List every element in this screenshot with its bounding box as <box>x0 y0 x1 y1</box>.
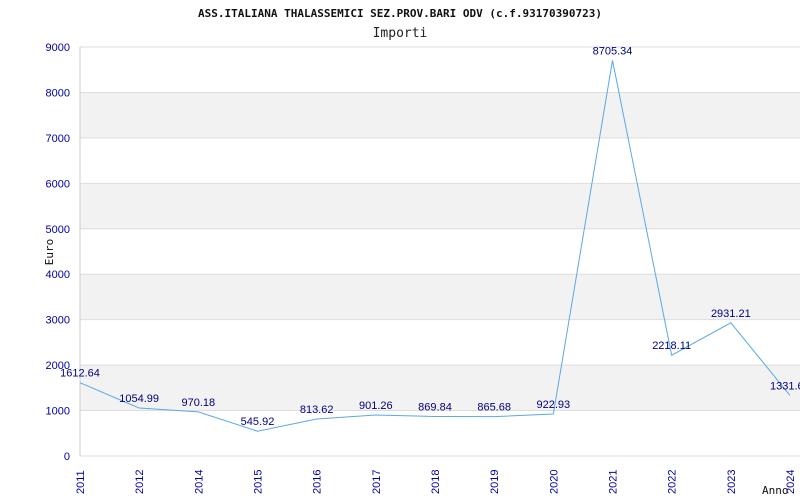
data-label: 813.62 <box>300 404 334 416</box>
x-tick-label: 2011 <box>75 470 87 494</box>
data-label: 8705.34 <box>593 45 633 57</box>
y-tick-label: 1000 <box>46 406 70 418</box>
grid-band <box>80 92 800 138</box>
data-label: 901.26 <box>359 400 393 412</box>
x-tick-label: 2015 <box>253 470 265 494</box>
grid-band <box>80 183 800 229</box>
x-tick-label: 2017 <box>371 470 383 494</box>
x-tick-label: 2019 <box>489 470 501 494</box>
x-axis-label: Anno <box>762 484 789 497</box>
data-label: 869.84 <box>418 401 452 413</box>
y-axis-label: Euro <box>43 239 56 266</box>
x-tick-label: 2016 <box>312 470 324 494</box>
data-label: 1331.6 <box>770 380 800 392</box>
x-tick-label: 2021 <box>608 470 620 494</box>
chart-title: ASS.ITALIANA THALASSEMICI SEZ.PROV.BARI … <box>198 7 602 20</box>
y-tick-label: 5000 <box>46 224 70 236</box>
grid-bands <box>80 92 800 411</box>
y-tick-label: 8000 <box>46 87 70 99</box>
data-label: 545.92 <box>241 416 275 428</box>
data-label: 1054.99 <box>119 393 159 405</box>
grid-band <box>80 274 800 320</box>
x-tick-label: 2012 <box>134 470 146 494</box>
y-tick-label: 0 <box>64 451 70 463</box>
y-tick-label: 4000 <box>46 269 70 281</box>
data-label: 2931.21 <box>711 308 751 320</box>
y-tick-label: 9000 <box>46 42 70 54</box>
y-tick-label: 3000 <box>46 315 70 327</box>
data-label: 865.68 <box>477 402 511 414</box>
x-tick-label: 2018 <box>430 470 442 494</box>
x-tick-label: 2014 <box>193 470 205 494</box>
y-tick-label: 6000 <box>46 178 70 190</box>
x-tick-label: 2023 <box>726 470 738 494</box>
chart-subtitle: Importi <box>373 26 428 41</box>
x-tick-labels: 2011 2012 2014 2015 2016 2017 2018 2019 2020 2021… <box>75 470 797 494</box>
data-label: 970.18 <box>182 397 216 409</box>
data-label: 922.93 <box>537 399 571 411</box>
data-label: 2218.11 <box>652 340 691 352</box>
data-label: 1612.64 <box>60 368 100 380</box>
x-tick-label: 2022 <box>667 470 679 494</box>
x-tick-label: 2020 <box>548 470 560 494</box>
y-tick-label: 7000 <box>46 133 70 145</box>
chart: ASS.ITALIANA THALASSEMICI SEZ.PROV.BARI … <box>43 7 800 497</box>
